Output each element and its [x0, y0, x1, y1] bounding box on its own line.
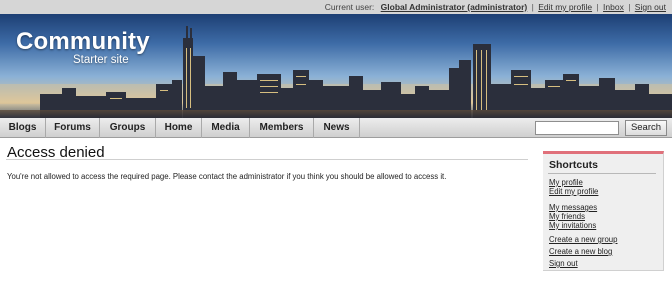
nav-item-members[interactable]: Members — [250, 118, 314, 138]
title-divider — [6, 159, 528, 160]
separator: | — [628, 2, 631, 12]
access-denied-message: You're not allowed to access the require… — [7, 172, 447, 181]
main-navigation: Blogs Forums Groups Home Media Members N… — [0, 118, 672, 138]
shortcut-my-messages[interactable]: My messages — [549, 203, 597, 212]
nav-item-news[interactable]: News — [314, 118, 360, 138]
header-banner: Community Starter site — [0, 14, 672, 118]
search-button[interactable]: Search — [625, 120, 667, 136]
search-input[interactable] — [535, 121, 619, 135]
current-user-label: Current user: — [324, 2, 375, 12]
nav-item-home[interactable]: Home — [156, 118, 202, 138]
shortcut-my-friends[interactable]: My friends — [549, 212, 585, 221]
shortcut-edit-my-profile[interactable]: Edit my profile — [549, 187, 598, 196]
shortcuts-divider — [548, 173, 656, 174]
shortcut-create-new-group[interactable]: Create a new group — [549, 235, 617, 244]
shortcut-sign-out[interactable]: Sign out — [549, 259, 578, 268]
separator: | — [596, 2, 599, 12]
brand-title: Community — [16, 28, 150, 55]
shortcuts-panel: Shortcuts My profile Edit my profile My … — [543, 151, 664, 271]
shortcuts-title: Shortcuts — [549, 159, 599, 171]
shortcut-my-profile[interactable]: My profile — [549, 178, 583, 187]
edit-profile-link[interactable]: Edit my profile — [538, 2, 592, 12]
brand-subtitle: Starter site — [73, 54, 129, 66]
current-user-link[interactable]: Global Administrator (administrator) — [381, 2, 528, 12]
nav-item-forums[interactable]: Forums — [46, 118, 100, 138]
shortcut-create-new-blog[interactable]: Create a new blog — [549, 247, 612, 256]
nav-item-media[interactable]: Media — [202, 118, 250, 138]
separator: | — [531, 2, 534, 12]
user-bar: Current user: Global Administrator (admi… — [0, 0, 672, 14]
shortcut-my-invitations[interactable]: My invitations — [549, 221, 596, 230]
nav-item-groups[interactable]: Groups — [100, 118, 156, 138]
sign-out-link[interactable]: Sign out — [635, 2, 666, 12]
inbox-link[interactable]: Inbox — [603, 2, 624, 12]
nav-item-blogs[interactable]: Blogs — [0, 118, 46, 138]
